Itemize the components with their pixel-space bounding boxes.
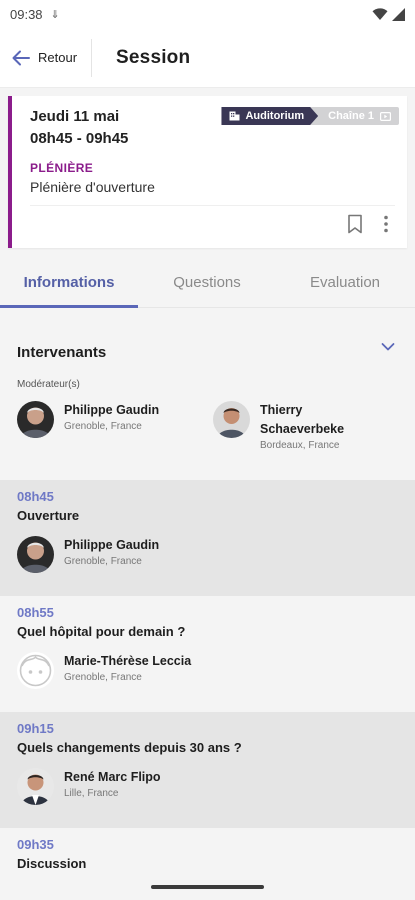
speaker-name: Marie-Thérèse Leccia xyxy=(64,654,192,668)
agenda-title: Ouverture xyxy=(17,508,80,523)
video-icon xyxy=(380,111,391,121)
agenda-time: 09h35 xyxy=(17,837,54,852)
speaker-location: Bordeaux, France xyxy=(260,440,340,451)
status-icons xyxy=(372,7,405,21)
agenda-item[interactable]: 09h15 Quels changements depuis 30 ans ? … xyxy=(0,712,415,828)
speakers-title: Intervenants xyxy=(17,344,107,361)
agenda-time: 08h45 xyxy=(17,489,54,504)
card-divider xyxy=(30,205,395,206)
avatar xyxy=(17,768,54,805)
chevron-down-icon[interactable] xyxy=(381,342,395,352)
agenda-item[interactable]: 08h55 Quel hôpital pour demain ? Marie-T… xyxy=(0,596,415,712)
building-icon xyxy=(229,111,240,121)
back-button[interactable]: Retour xyxy=(0,38,89,78)
moderator-role-label: Modérateur(s) xyxy=(17,379,80,390)
session-card: Jeudi 11 mai 08h45 - 09h45 Auditorium Ch… xyxy=(8,96,407,248)
avatar xyxy=(17,536,54,573)
portrait-image xyxy=(17,401,54,438)
speaker-name-line1: Thierry xyxy=(260,403,303,417)
room-label: Auditorium xyxy=(245,110,305,122)
tab-questions[interactable]: Questions xyxy=(138,258,276,307)
channel-badge: Chaîne 1 xyxy=(308,107,399,125)
app-header: Retour Session xyxy=(0,28,415,88)
speaker-name: Philippe Gaudin xyxy=(64,403,160,417)
channel-label: Chaîne 1 xyxy=(328,110,374,122)
agenda-item[interactable]: 08h45 Ouverture Philippe Gaudin Grenoble… xyxy=(0,480,415,596)
speakers-section: Intervenants Modérateur(s) Philippe Gaud… xyxy=(0,308,415,480)
status-bar: 09:38 ⇓ xyxy=(0,0,415,28)
speaker-name: Philippe Gaudin xyxy=(64,538,160,552)
session-time: 08h45 - 09h45 xyxy=(30,130,129,147)
agenda-title: Discussion xyxy=(17,856,87,871)
agenda-time: 09h15 xyxy=(17,721,54,736)
download-icon: ⇓ xyxy=(50,8,60,21)
speaker-name-line2: Schaeverbeke xyxy=(260,422,345,436)
speaker-row: Marie-Thérèse Leccia Grenoble, France xyxy=(17,652,191,689)
moderator-card[interactable]: Thierry Schaeverbeke Bordeaux, France xyxy=(213,401,344,451)
tab-informations[interactable]: Informations xyxy=(0,258,138,308)
wifi-icon xyxy=(372,7,388,20)
tab-evaluation[interactable]: Evaluation xyxy=(276,258,414,307)
page-title: Session xyxy=(116,46,191,68)
portrait-image xyxy=(213,401,250,438)
speaker-location: Grenoble, France xyxy=(64,672,142,683)
moderator-card[interactable]: Philippe Gaudin Grenoble, France xyxy=(17,401,159,438)
agenda-title: Quel hôpital pour demain ? xyxy=(17,624,186,639)
bookmark-icon[interactable] xyxy=(347,214,363,234)
user-placeholder-icon xyxy=(17,652,54,689)
portrait-image xyxy=(17,536,54,573)
session-name: Plénière d'ouverture xyxy=(30,179,155,195)
header-divider xyxy=(91,38,93,77)
avatar xyxy=(17,401,54,438)
card-actions xyxy=(347,214,389,234)
session-type: PLÉNIÈRE xyxy=(30,161,94,175)
status-time: 09:38 xyxy=(10,6,43,22)
agenda-time: 08h55 xyxy=(17,605,54,620)
more-vertical-icon[interactable] xyxy=(383,215,389,233)
speaker-location: Grenoble, France xyxy=(64,421,142,432)
portrait-image xyxy=(17,768,54,805)
tab-bar: Informations Questions Evaluation xyxy=(0,258,415,308)
agenda-item[interactable]: 09h35 Discussion xyxy=(0,828,415,900)
speaker-row: Philippe Gaudin Grenoble, France xyxy=(17,536,159,573)
arrow-left-icon xyxy=(12,50,30,65)
signal-icon xyxy=(392,7,405,21)
speaker-name: René Marc Flipo xyxy=(64,770,161,784)
room-badges: Auditorium Chaîne 1 xyxy=(221,107,399,125)
avatar xyxy=(213,401,250,438)
agenda-title: Quels changements depuis 30 ans ? xyxy=(17,740,242,755)
home-indicator[interactable] xyxy=(151,885,264,889)
speaker-location: Lille, France xyxy=(64,788,119,799)
session-date: Jeudi 11 mai xyxy=(30,108,120,125)
speaker-row: René Marc Flipo Lille, France xyxy=(17,768,161,805)
room-badge: Auditorium xyxy=(221,107,318,125)
back-label: Retour xyxy=(38,50,78,65)
speaker-location: Grenoble, France xyxy=(64,556,142,567)
